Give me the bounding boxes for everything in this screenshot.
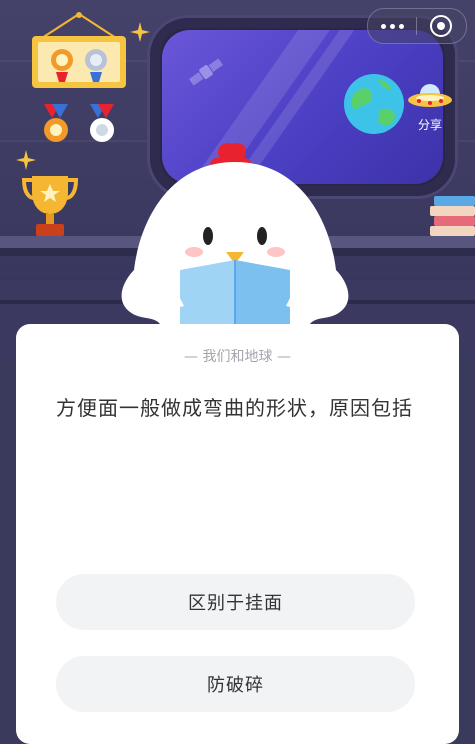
option-button[interactable]: 防破碎	[56, 656, 415, 712]
earth-icon	[344, 74, 404, 134]
ufo-icon	[408, 84, 452, 107]
sparkle-icon	[130, 22, 150, 42]
trophy-icon	[21, 176, 79, 236]
chicken-mascot-icon	[121, 142, 349, 330]
question-card: — 我们和地球 — 方便面一般做成弯曲的形状，原因包括 区别于挂面 防破碎	[16, 324, 459, 744]
mini-program-capsule	[367, 8, 467, 44]
option-button[interactable]: 区别于挂面	[56, 574, 415, 630]
ellipsis-icon	[380, 23, 404, 29]
sparkle-icon	[16, 150, 36, 170]
satellite-icon	[188, 58, 224, 86]
question-text: 方便面一般做成弯曲的形状，原因包括	[56, 396, 413, 420]
gold-medal-icon	[44, 104, 68, 142]
medal-frame-icon	[32, 12, 126, 88]
more-button[interactable]	[368, 9, 416, 43]
target-close-icon	[430, 15, 452, 37]
close-button[interactable]	[417, 9, 465, 43]
illustration-scene: 分享	[0, 0, 475, 360]
category-tag: — 我们和地球 —	[184, 349, 291, 365]
share-label: 分享	[417, 118, 442, 132]
books-icon	[430, 196, 475, 236]
silver-medal-icon	[90, 104, 114, 142]
share-button[interactable]: 分享	[404, 80, 456, 140]
